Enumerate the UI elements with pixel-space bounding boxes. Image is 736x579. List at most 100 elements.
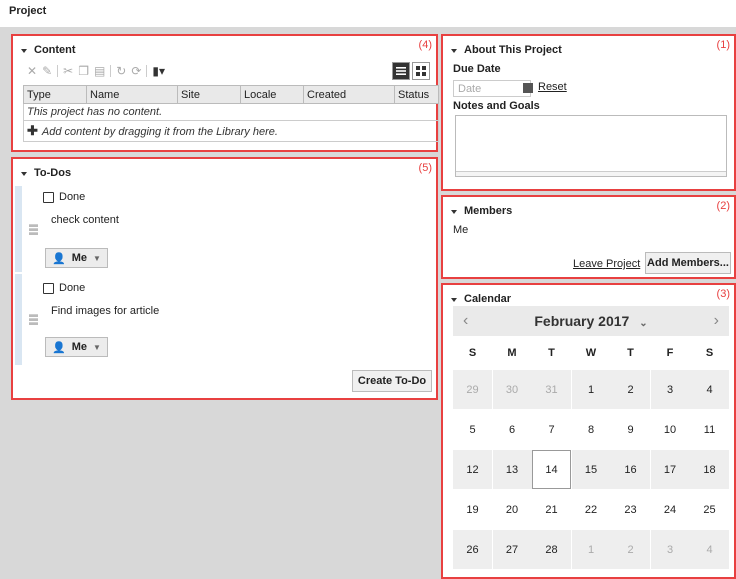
calendar-day[interactable]: 12 [453, 450, 492, 489]
cut-icon[interactable]: ✂ [63, 64, 73, 78]
calendar-day[interactable]: 25 [690, 490, 729, 529]
calendar-day[interactable]: 2 [611, 530, 650, 569]
list-view-icon [396, 67, 406, 75]
column-header[interactable]: Created [303, 85, 395, 104]
calendar-day[interactable]: 8 [572, 410, 611, 449]
calendar-day[interactable]: 23 [611, 490, 650, 529]
calendar-day[interactable]: 10 [651, 410, 690, 449]
calendar-day[interactable]: 17 [650, 450, 690, 489]
notes-textarea[interactable] [455, 115, 727, 177]
checkbox-icon[interactable] [43, 282, 54, 294]
assignee-button[interactable]: 👤 Me ▼ [45, 248, 108, 268]
panel-number: (3) [716, 288, 730, 300]
calendar-day[interactable]: 29 [453, 370, 492, 409]
month-selector[interactable]: February 2017 ⌄ [534, 313, 647, 329]
weekday-label: T [627, 347, 634, 359]
reset-link[interactable]: Reset [538, 81, 567, 93]
todo-text[interactable]: check content [51, 214, 119, 226]
column-header[interactable]: Locale [240, 85, 304, 104]
done-checkbox[interactable]: Done [43, 191, 85, 203]
edit-icon[interactable]: ✎ [42, 64, 52, 78]
assignee-button[interactable]: 👤 Me ▼ [45, 337, 108, 357]
calendar-day-today[interactable]: 14 [532, 450, 571, 489]
calendar-day[interactable]: 5 [453, 410, 492, 449]
calendar-day[interactable]: 21 [532, 490, 571, 529]
todo-text[interactable]: Find images for article [51, 305, 159, 317]
plus-icon: ✚ [27, 123, 38, 138]
calendar-day[interactable]: 9 [611, 410, 650, 449]
add-members-button[interactable]: Add Members... [645, 252, 731, 274]
table-row: ✚ Add content by dragging it from the Lib… [23, 120, 439, 142]
calendar-day[interactable]: 1 [571, 370, 611, 409]
calendar-day[interactable]: 6 [493, 410, 532, 449]
calendar-day[interactable]: 20 [493, 490, 532, 529]
calendar-day[interactable]: 30 [492, 370, 532, 409]
paste-icon[interactable]: ▤ [94, 64, 105, 78]
calendar-day[interactable]: 7 [532, 410, 571, 449]
list-view-button[interactable] [392, 62, 410, 80]
leave-project-link[interactable]: Leave Project [573, 258, 640, 270]
column-header[interactable]: Status [394, 85, 439, 104]
chevron-down-icon: ⌄ [639, 318, 648, 329]
chevron-right-icon[interactable]: › [704, 312, 729, 330]
weekday-label: T [548, 347, 555, 359]
calendar-day[interactable]: 26 [453, 530, 492, 569]
calendar-day[interactable]: 2 [611, 370, 650, 409]
column-header[interactable]: Site [177, 85, 241, 104]
add-document-icon[interactable]: ▮▾ [152, 64, 165, 78]
calendar-day[interactable]: 13 [492, 450, 532, 489]
calendar-icon[interactable] [523, 83, 533, 93]
collapse-icon[interactable] [451, 209, 457, 214]
calendar-day[interactable]: 24 [651, 490, 690, 529]
drag-handle-bar[interactable] [15, 186, 22, 272]
due-date-label: Due Date [453, 63, 501, 75]
user-icon: 👤 [52, 341, 66, 354]
sync-icon[interactable]: ⟳ [131, 64, 141, 78]
chevron-left-icon[interactable]: ‹ [453, 312, 478, 330]
calendar-day[interactable]: 18 [690, 450, 729, 489]
todos-header[interactable]: To-Dos [21, 167, 71, 179]
members-header[interactable]: Members [451, 205, 512, 217]
delete-icon[interactable]: ✕ [27, 64, 37, 78]
collapse-icon[interactable] [21, 48, 27, 53]
calendar-day[interactable]: 22 [572, 490, 611, 529]
resize-handle[interactable] [456, 171, 726, 176]
calendar-day[interactable]: 19 [453, 490, 492, 529]
about-header[interactable]: About This Project [451, 44, 562, 56]
drag-grip-icon[interactable]: ▬ ▬ ▬ [29, 220, 38, 237]
weekday-label: W [585, 347, 597, 359]
calendar-header[interactable]: Calendar [451, 293, 511, 305]
todo-item: ▬ ▬ ▬ Done Find images for article 👤 Me ▼ [15, 274, 408, 365]
collapse-icon[interactable] [451, 48, 457, 53]
drag-handle-bar[interactable] [15, 274, 22, 365]
content-header[interactable]: Content [21, 44, 76, 56]
column-header[interactable]: Name [86, 85, 178, 104]
calendar-day[interactable]: 4 [690, 370, 729, 409]
create-todo-button[interactable]: Create To-Do [352, 370, 432, 392]
calendar-day[interactable]: 15 [571, 450, 611, 489]
drag-grip-icon[interactable]: ▬ ▬ ▬ [29, 310, 38, 327]
content-table: Type Name Site Locale Created Status Thi… [23, 85, 439, 142]
calendar-day[interactable]: 31 [532, 370, 571, 409]
calendar-day[interactable]: 3 [650, 370, 690, 409]
done-checkbox[interactable]: Done [43, 282, 85, 294]
calendar-day[interactable]: 11 [690, 410, 729, 449]
checkbox-icon[interactable] [43, 191, 54, 203]
calendar-day[interactable]: 16 [611, 450, 650, 489]
due-date-input[interactable]: Date [453, 80, 531, 97]
panel-number: (1) [716, 39, 730, 51]
panel-number: (4) [418, 39, 432, 51]
weekday-label: F [666, 347, 674, 359]
column-header[interactable]: Type [23, 85, 87, 104]
collapse-icon[interactable] [451, 297, 457, 302]
collapse-icon[interactable] [21, 171, 27, 176]
grid-view-button[interactable] [412, 62, 430, 80]
calendar-day[interactable]: 27 [492, 530, 532, 569]
copy-icon[interactable]: ❐ [78, 64, 89, 78]
calendar-day[interactable]: 4 [690, 530, 729, 569]
refresh-icon[interactable]: ↻ [116, 64, 126, 78]
calendar-day[interactable]: 1 [571, 530, 611, 569]
calendar-day[interactable]: 3 [650, 530, 690, 569]
panel-number: (2) [716, 200, 730, 212]
calendar-day[interactable]: 28 [532, 530, 571, 569]
